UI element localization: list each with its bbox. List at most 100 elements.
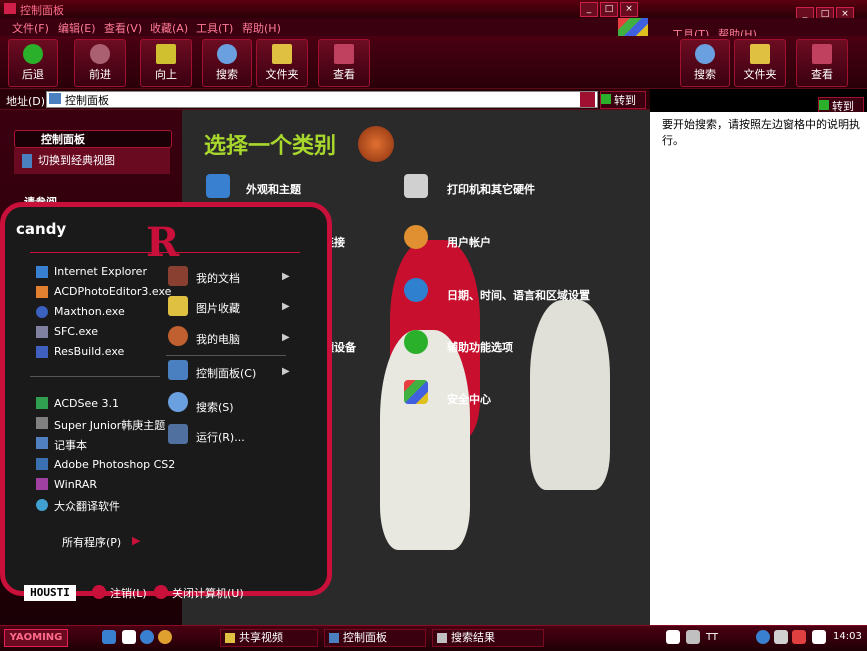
- menu-bar: 文件(F) 编辑(E) 查看(V) 收藏(A) 工具(T) 帮助(H) 工具(T…: [0, 18, 867, 54]
- category-title: 选择一个类别: [204, 133, 337, 159]
- category-printers[interactable]: 打印机和其它硬件: [447, 181, 535, 197]
- recent-notepad[interactable]: 记事本: [54, 437, 87, 453]
- printer-icon: [404, 174, 428, 198]
- tray-network-icon[interactable]: [774, 630, 788, 644]
- task-search-results[interactable]: 搜索结果: [432, 629, 544, 647]
- quicklaunch-qq-icon[interactable]: [158, 630, 172, 644]
- category-security[interactable]: 安全中心: [447, 391, 491, 407]
- category-accessibility[interactable]: 辅助功能选项: [447, 339, 513, 355]
- right-view-button[interactable]: 查看: [796, 39, 848, 87]
- task-shared-video[interactable]: 共享视频: [220, 629, 318, 647]
- control-panel-icon: [49, 93, 61, 104]
- menu-favorites[interactable]: 收藏(A): [150, 20, 188, 36]
- category-appearance[interactable]: 外观和主题: [246, 181, 301, 197]
- category-datetime[interactable]: 日期、时间、语言和区域设置: [447, 287, 590, 303]
- address-dropdown-icon[interactable]: [580, 92, 595, 107]
- run-menu[interactable]: 运行(R)...: [196, 429, 245, 445]
- quicklaunch-media-icon[interactable]: [102, 630, 116, 644]
- tray-keyboard-icon[interactable]: [686, 630, 700, 644]
- folders-icon: [272, 44, 292, 64]
- tray-h-icon[interactable]: [812, 630, 826, 644]
- my-documents[interactable]: 我的文档: [196, 270, 240, 286]
- quicklaunch-ie-icon[interactable]: [140, 630, 154, 644]
- recent-winrar[interactable]: WinRAR: [54, 478, 97, 491]
- menu-view[interactable]: 查看(V): [104, 20, 142, 36]
- right-folders-button[interactable]: 文件夹: [734, 39, 786, 87]
- search-results-window: [650, 112, 867, 625]
- forward-button[interactable]: 前进: [74, 39, 126, 87]
- classic-view-link[interactable]: 切换到经典视图: [14, 148, 170, 174]
- pinned-sfc[interactable]: SFC.exe: [54, 325, 98, 338]
- toolbar: 后退 前进 向上 搜索 文件夹 查看 搜索 文件夹 查看: [0, 36, 867, 89]
- pinned-ie[interactable]: Internet Explorer: [54, 265, 147, 278]
- quicklaunch-h-icon[interactable]: [122, 630, 136, 644]
- search-button[interactable]: 搜索: [202, 39, 252, 87]
- search-icon: [217, 44, 237, 64]
- category-users[interactable]: 用户帐户: [447, 234, 491, 250]
- shutdown-button[interactable]: 关闭计算机(U): [172, 585, 244, 601]
- rockets-logo-icon: R: [146, 219, 180, 266]
- run-icon: [168, 424, 188, 444]
- security-shield-icon: [404, 380, 428, 404]
- user-name: candy: [16, 220, 67, 238]
- back-button[interactable]: 后退: [8, 39, 58, 87]
- menu-tools[interactable]: 工具(T): [196, 20, 233, 36]
- translator-icon: [36, 499, 48, 511]
- up-button[interactable]: 向上: [140, 39, 192, 87]
- recent-photoshop[interactable]: Adobe Photoshop CS2: [54, 458, 175, 471]
- recent-translator[interactable]: 大众翻译软件: [54, 498, 120, 514]
- window-title: 控制面板: [20, 4, 64, 17]
- control-panel-menu[interactable]: 控制面板(C): [196, 365, 256, 381]
- recent-superjunior[interactable]: Super Junior韩庚主题: [54, 417, 165, 433]
- menu-file[interactable]: 文件(F): [12, 20, 49, 36]
- folder-up-icon: [156, 44, 176, 64]
- pinned-maxthon[interactable]: Maxthon.exe: [54, 305, 125, 318]
- pinned-resbuild[interactable]: ResBuild.exe: [54, 345, 124, 358]
- menu-help[interactable]: 帮助(H): [242, 20, 281, 36]
- user-accounts-icon: [404, 225, 428, 249]
- pinned-divider: [30, 376, 160, 377]
- shutdown-icon: [154, 585, 168, 599]
- tray-maxthon-icon[interactable]: [756, 630, 770, 644]
- my-computer-icon: [168, 326, 188, 346]
- maximize-button[interactable]: □: [600, 2, 618, 17]
- notepad-icon: [36, 437, 48, 449]
- tray-help-icon[interactable]: [666, 630, 680, 644]
- maxthon-icon: [36, 306, 48, 318]
- menu-edit[interactable]: 编辑(E): [58, 20, 96, 36]
- search-results-icon: [437, 633, 447, 643]
- recent-acdsee[interactable]: ACDSee 3.1: [54, 397, 119, 410]
- back-arrow-icon: [23, 44, 43, 64]
- my-computer[interactable]: 我的电脑: [196, 331, 240, 347]
- start-button[interactable]: YAOMING: [4, 629, 68, 647]
- acdsee-icon: [36, 397, 48, 409]
- my-pictures[interactable]: 图片收藏: [196, 300, 240, 316]
- folders-button[interactable]: 文件夹: [256, 39, 308, 87]
- all-programs-button[interactable]: 所有程序(P): [62, 534, 121, 550]
- address-input[interactable]: 控制面板: [46, 91, 598, 108]
- resbuild-icon: [36, 346, 48, 358]
- tray-tt[interactable]: TT: [706, 632, 718, 643]
- my-documents-icon: [168, 266, 188, 286]
- right-go-arrow-icon: [819, 100, 829, 110]
- window-icon: [4, 3, 16, 14]
- view-button[interactable]: 查看: [318, 39, 370, 87]
- search-menu[interactable]: 搜索(S): [196, 399, 234, 415]
- go-button[interactable]: 转到: [600, 91, 646, 109]
- globe-icon: [404, 278, 428, 302]
- right-search-button[interactable]: 搜索: [680, 39, 730, 87]
- control-panel-arrow-icon: ▶: [282, 366, 290, 377]
- close-button[interactable]: ×: [620, 2, 638, 17]
- panel-header[interactable]: 控制面板: [14, 130, 172, 148]
- all-programs-arrow-icon: ▶: [132, 534, 141, 547]
- pinned-acdphotoeditor[interactable]: ACDPhotoEditor3.exe: [54, 285, 171, 298]
- appearance-icon: [206, 174, 230, 198]
- logoff-button[interactable]: 注销(L): [110, 585, 147, 601]
- clock: 14:03: [833, 631, 862, 642]
- address-label: 地址(D): [6, 95, 46, 108]
- my-computer-arrow-icon: ▶: [282, 332, 290, 343]
- task-control-panel[interactable]: 控制面板: [324, 629, 426, 647]
- tray-volume-icon[interactable]: [792, 630, 806, 644]
- ie-icon: [36, 266, 48, 278]
- minimize-button[interactable]: _: [580, 2, 598, 17]
